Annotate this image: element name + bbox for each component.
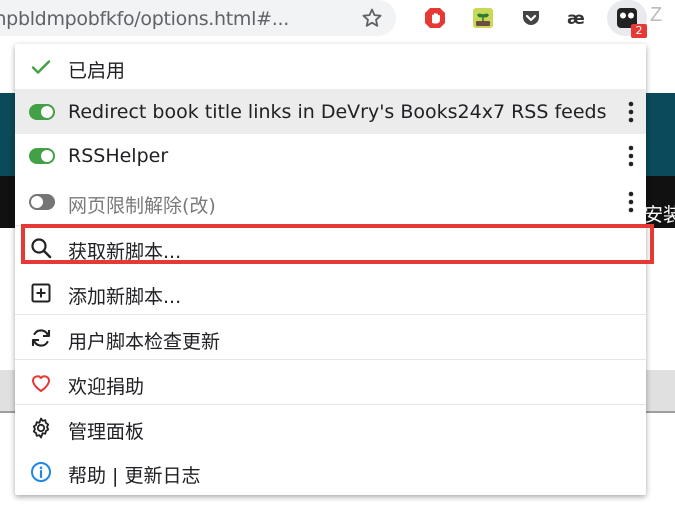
toggle-on-icon[interactable] bbox=[29, 104, 55, 120]
menu-item-add-new-script[interactable]: 添加新脚本... bbox=[15, 270, 646, 315]
menu-item-label: 网页限制解除(改) bbox=[68, 195, 216, 217]
menu-item-label: 添加新脚本... bbox=[68, 286, 182, 308]
info-icon bbox=[31, 462, 51, 482]
menu-item-enabled[interactable]: 已启用 bbox=[15, 44, 646, 89]
adblock-extension-icon[interactable] bbox=[423, 6, 447, 30]
menu-item-script-unlock[interactable]: 网页限制解除(改) bbox=[15, 179, 646, 224]
userscript-popup-menu: 已启用 Redirect book title links in DeVry's… bbox=[15, 44, 646, 495]
ae-extension-icon[interactable]: æ bbox=[566, 6, 590, 30]
menu-item-label: 管理面板 bbox=[68, 421, 145, 443]
more-options-icon[interactable] bbox=[623, 189, 639, 215]
page-edge-glyph: Z bbox=[650, 4, 663, 26]
address-bar[interactable]: jmpbldmpobfkfo/options.html#... bbox=[0, 0, 396, 36]
add-box-icon bbox=[31, 283, 51, 303]
highlight-annotation-box bbox=[21, 224, 654, 264]
menu-item-label: RSSHelper bbox=[68, 145, 169, 167]
bookmark-star-icon[interactable] bbox=[360, 6, 384, 30]
refresh-icon bbox=[31, 329, 51, 347]
check-icon bbox=[31, 60, 51, 74]
svg-text:æ: æ bbox=[567, 9, 585, 29]
menu-item-label: Redirect book title links in DeVry's Boo… bbox=[68, 101, 607, 123]
extension-badge-count: 2 bbox=[631, 24, 647, 38]
more-options-icon[interactable] bbox=[623, 99, 639, 125]
menu-item-script-rsshelper[interactable]: RSSHelper bbox=[15, 133, 646, 178]
menu-item-label: 帮助 | 更新日志 bbox=[68, 465, 201, 487]
menu-item-label: 用户脚本检查更新 bbox=[68, 331, 221, 353]
forest-extension-icon[interactable] bbox=[471, 6, 495, 30]
page-background-text: 安装 bbox=[644, 205, 675, 226]
menu-item-help-changelog[interactable]: 帮助 | 更新日志 bbox=[15, 449, 646, 494]
pocket-extension-icon[interactable] bbox=[519, 6, 543, 30]
menu-item-script-redirect[interactable]: Redirect book title links in DeVry's Boo… bbox=[15, 89, 646, 134]
toggle-on-icon[interactable] bbox=[29, 148, 55, 164]
heart-icon bbox=[32, 375, 50, 392]
menu-item-donate[interactable]: 欢迎捐助 bbox=[15, 360, 646, 405]
url-text[interactable]: jmpbldmpobfkfo/options.html#... bbox=[0, 8, 289, 30]
menu-item-dashboard[interactable]: 管理面板 bbox=[15, 405, 646, 450]
toggle-off-icon[interactable] bbox=[29, 194, 55, 210]
browser-toolbar: jmpbldmpobfkfo/options.html#... æ 2 Z bbox=[0, 0, 675, 38]
menu-item-label: 欢迎捐助 bbox=[68, 376, 145, 398]
more-options-icon[interactable] bbox=[623, 143, 639, 169]
gear-icon bbox=[32, 417, 50, 439]
menu-item-label: 已启用 bbox=[68, 60, 126, 82]
menu-item-check-updates[interactable]: 用户脚本检查更新 bbox=[15, 315, 646, 360]
